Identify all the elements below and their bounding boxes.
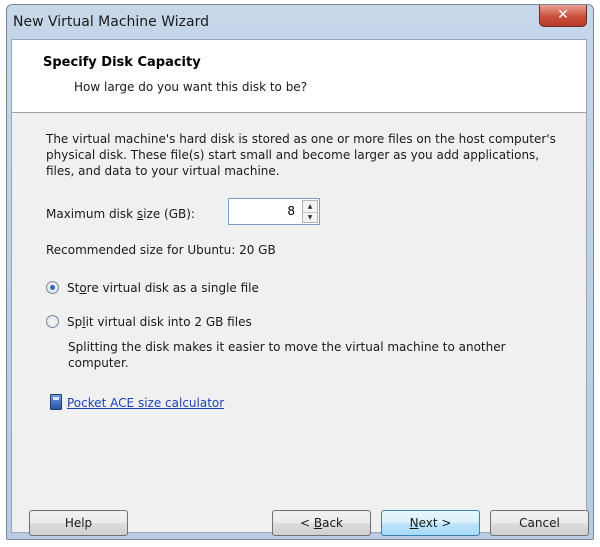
max-disk-size-label: Maximum disk size (GB): [46,207,195,221]
page-subtitle: How large do you want this disk to be? [74,80,308,94]
max-disk-size-stepper[interactable]: 8 ▲ ▼ [228,198,320,225]
stepper-buttons: ▲ ▼ [302,200,318,223]
calculator-icon [50,394,62,410]
next-button-label: Next > [409,516,452,530]
wizard-window: New Virtual Machine Wizard ✕ Specify Dis… [6,4,594,540]
radio-single-file-button[interactable] [46,281,59,294]
recommended-size-text: Recommended size for Ubuntu: 20 GB [46,243,276,257]
back-button[interactable]: < Back [272,510,371,536]
stepper-down-icon[interactable]: ▼ [303,212,317,223]
radio-single-file-label[interactable]: Store virtual disk as a single file [67,280,259,296]
split-description: Splitting the disk makes it easier to mo… [68,340,506,370]
help-button-label: Help [64,516,93,530]
max-disk-size-input[interactable]: 8 [287,204,295,218]
pocket-ace-calculator-text[interactable]: Pocket ACE size calculator [67,395,224,411]
page-title: Specify Disk Capacity [43,55,201,70]
wizard-header: Specify Disk Capacity How large do you w… [12,40,586,113]
next-button[interactable]: Next > [381,510,480,536]
back-button-label: < Back [299,516,343,530]
cancel-button-label: Cancel [519,516,560,530]
title-bar[interactable]: New Virtual Machine Wizard ✕ [7,5,593,39]
window-title: New Virtual Machine Wizard [13,14,209,30]
radio-split-files-label[interactable]: Split virtual disk into 2 GB files [67,314,252,330]
disk-description: The virtual machine's hard disk is store… [46,132,556,178]
close-button[interactable]: ✕ [539,5,587,27]
close-icon: ✕ [557,7,569,23]
radio-split-files-button[interactable] [46,315,59,328]
help-button[interactable]: Help [29,510,128,536]
wizard-client-area: Specify Disk Capacity How large do you w… [11,39,589,536]
cancel-button[interactable]: Cancel [490,510,589,536]
